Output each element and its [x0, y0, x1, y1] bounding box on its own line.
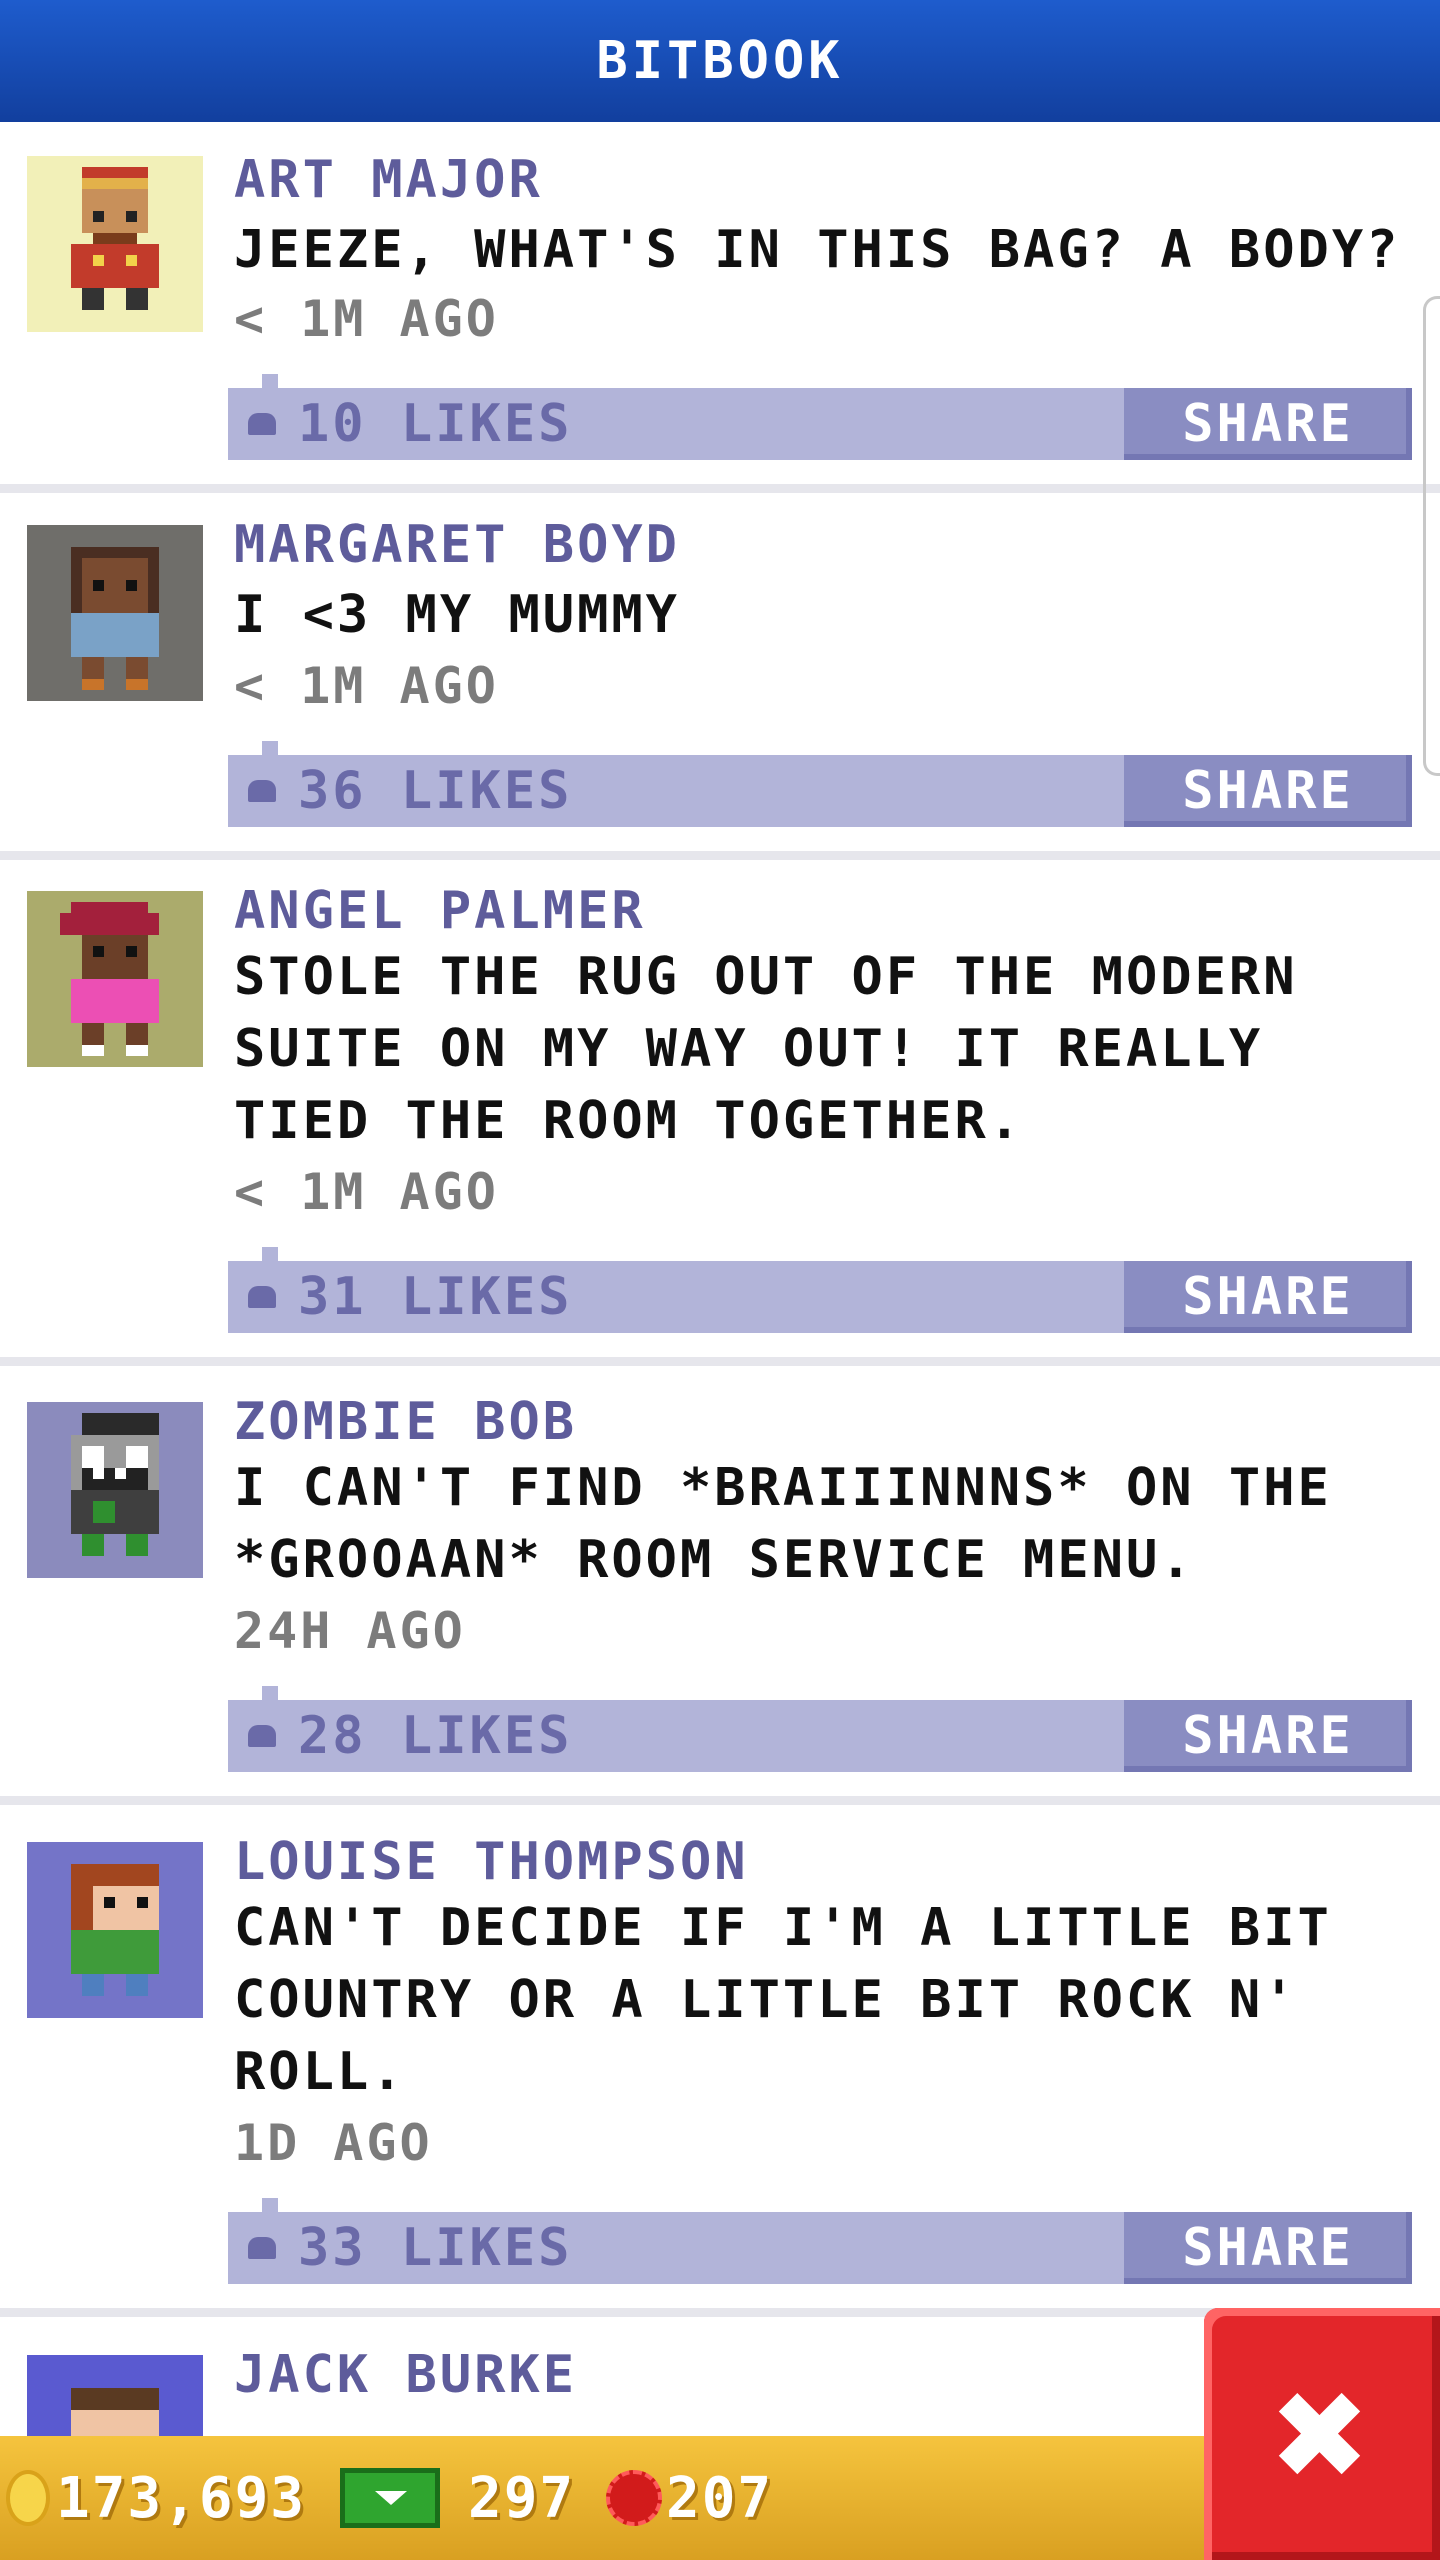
post-author[interactable]: ART MAJOR	[234, 150, 543, 210]
like-count: 33 LIKES	[298, 2218, 573, 2278]
share-button[interactable]: SHARE	[1124, 2212, 1412, 2284]
share-button[interactable]: SHARE	[1124, 1700, 1412, 1772]
avatar[interactable]	[27, 2355, 203, 2436]
divider	[0, 851, 1440, 860]
post-author[interactable]: JACK BURKE	[234, 2345, 577, 2405]
share-button[interactable]: SHARE	[1124, 1261, 1412, 1333]
divider	[0, 1796, 1440, 1805]
gem-icon	[606, 2470, 662, 2526]
post-message: JEEZE, WHAT'S IN THIS BAG? A BODY?	[234, 220, 1401, 280]
close-icon: ✖	[1273, 2340, 1371, 2527]
like-count: 10 LIKES	[298, 394, 573, 454]
post-message: CAN'T DECIDE IF I'M A LITTLE BIT COUNTRY…	[234, 1898, 1332, 2102]
share-button[interactable]: SHARE	[1124, 755, 1412, 827]
like-count: 36 LIKES	[298, 761, 573, 821]
feed[interactable]: ART MAJOR JEEZE, WHAT'S IN THIS BAG? A B…	[0, 122, 1440, 2436]
avatar[interactable]	[27, 525, 203, 701]
like-button[interactable]: 10 LIKES	[248, 388, 572, 460]
post-time: 1D AGO	[234, 2114, 433, 2172]
close-button[interactable]: ✖	[1204, 2308, 1440, 2560]
divider	[0, 484, 1440, 493]
like-count: 31 LIKES	[298, 1267, 573, 1327]
thumbs-up-icon	[248, 2237, 276, 2259]
post-time: 24H AGO	[234, 1602, 466, 1660]
app-title: BITBOOK	[596, 31, 844, 91]
post-author[interactable]: LOUISE THOMPSON	[234, 1832, 749, 1892]
bux-stat: 297	[340, 2458, 575, 2538]
avatar[interactable]	[27, 1402, 203, 1578]
like-count: 28 LIKES	[298, 1706, 573, 1766]
like-button[interactable]: 36 LIKES	[248, 755, 572, 827]
thumbs-up-icon	[248, 1725, 276, 1747]
post-author[interactable]: MARGARET BOYD	[234, 515, 680, 575]
like-bar: 36 LIKES SHARE	[228, 741, 1412, 827]
avatar[interactable]	[27, 1842, 203, 2018]
post-time: < 1M AGO	[234, 657, 499, 715]
avatar[interactable]	[27, 156, 203, 332]
app-header: BITBOOK	[0, 0, 1440, 122]
post-message: I CAN'T FIND *BRAIIINNNS* ON THE *GROOAA…	[234, 1458, 1332, 1590]
like-button[interactable]: 33 LIKES	[248, 2212, 572, 2284]
like-bar: 28 LIKES SHARE	[228, 1686, 1412, 1772]
like-button[interactable]: 31 LIKES	[248, 1261, 572, 1333]
divider	[0, 1357, 1440, 1366]
coins-value: 173,693	[56, 2465, 307, 2531]
post-author[interactable]: ZOMBIE BOB	[234, 1392, 577, 1452]
thumbs-up-icon	[248, 780, 276, 802]
scroll-indicator[interactable]	[1423, 296, 1440, 776]
avatar[interactable]	[27, 891, 203, 1067]
gems-value: 207	[666, 2465, 774, 2531]
post-time: < 1M AGO	[234, 290, 499, 348]
thumbs-up-icon	[248, 1286, 276, 1308]
like-bar: 31 LIKES SHARE	[228, 1247, 1412, 1333]
post-message: I <3 MY MUMMY	[234, 585, 680, 645]
like-bar: 10 LIKES SHARE	[228, 374, 1412, 460]
coins-stat: 173,693	[6, 2458, 306, 2538]
like-button[interactable]: 28 LIKES	[248, 1700, 572, 1772]
like-bar: 33 LIKES SHARE	[228, 2198, 1412, 2284]
coin-icon	[6, 2470, 50, 2526]
bux-icon	[340, 2468, 440, 2528]
bux-value: 297	[468, 2465, 576, 2531]
post-message: STOLE THE RUG OUT OF THE MODERN SUITE ON…	[234, 947, 1298, 1151]
share-button[interactable]: SHARE	[1124, 388, 1412, 460]
post-author[interactable]: ANGEL PALMER	[234, 881, 646, 941]
gems-stat: 207	[606, 2458, 773, 2538]
thumbs-up-icon	[248, 413, 276, 435]
post-time: < 1M AGO	[234, 1163, 499, 1221]
